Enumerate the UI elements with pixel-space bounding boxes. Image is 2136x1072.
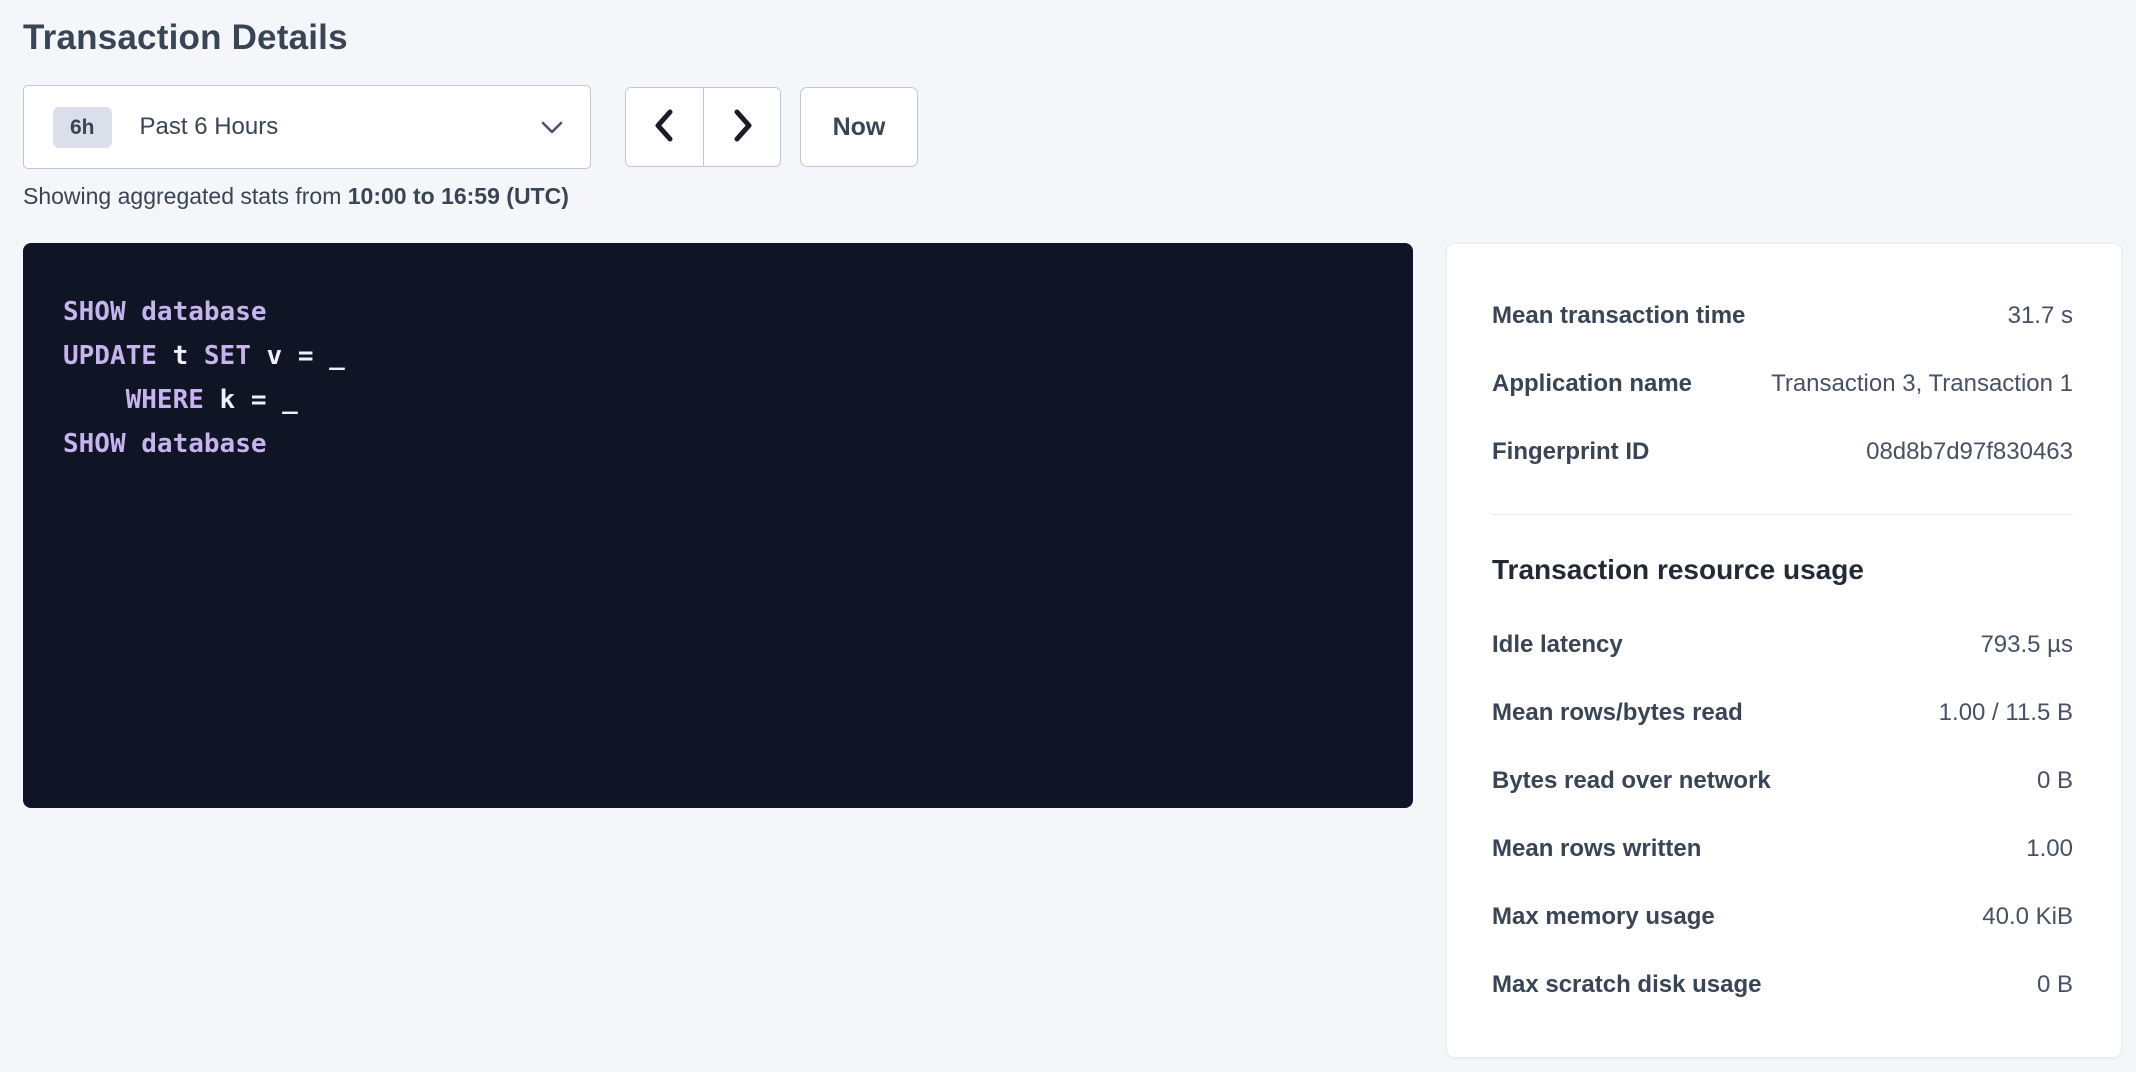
card-divider [1492, 514, 2073, 515]
summary-row-label: Fingerprint ID [1492, 438, 1649, 466]
sql-text [126, 297, 142, 327]
summary-row: Idle latency 793.5 µs [1492, 611, 2073, 679]
summary-row: Mean rows/bytes read 1.00 / 11.5 B [1492, 679, 2073, 747]
sql-keyword: database [141, 429, 266, 459]
main-content: SHOW databaseUPDATE t SET v = _ WHERE k … [23, 243, 2122, 1058]
sql-keyword: database [141, 297, 266, 327]
sql-keyword: UPDATE [63, 341, 157, 371]
code-line: SHOW database [63, 290, 1373, 334]
sql-keyword: SHOW [63, 297, 126, 327]
summary-row: Max scratch disk usage 0 B [1492, 951, 2073, 1019]
summary-rows-usage: Idle latency 793.5 µs Mean rows/bytes read… [1492, 611, 2073, 1019]
summary-row-label: Bytes read over network [1492, 767, 1771, 795]
summary-row-label: Application name [1492, 370, 1692, 398]
summary-row-label: Idle latency [1492, 631, 1623, 659]
summary-row-value: 08d8b7d97f830463 [1866, 438, 2073, 466]
time-range-select[interactable]: 6h Past 6 Hours [23, 85, 591, 169]
next-time-button[interactable] [703, 88, 780, 166]
sql-keyword: SHOW [63, 429, 126, 459]
summary-row-value: Transaction 3, Transaction 1 [1771, 370, 2073, 398]
time-range-label: Past 6 Hours [140, 113, 540, 141]
code-line: SHOW database [63, 422, 1373, 466]
prev-time-button[interactable] [626, 88, 703, 166]
summary-row-label: Mean rows written [1492, 835, 1701, 863]
sql-keyword: WHERE [126, 385, 204, 415]
resource-usage-heading: Transaction resource usage [1492, 547, 2073, 593]
code-line: WHERE k = _ [63, 378, 1373, 422]
summary-row-value: 40.0 KiB [1982, 903, 2073, 931]
aggregation-note: Showing aggregated stats from 10:00 to 1… [23, 183, 2122, 210]
summary-row: Bytes read over network 0 B [1492, 747, 2073, 815]
chevron-right-icon [729, 107, 756, 147]
summary-row: Max memory usage 40.0 KiB [1492, 883, 2073, 951]
sql-text: v = _ [251, 341, 345, 371]
sql-text [63, 385, 126, 415]
now-button[interactable]: Now [800, 87, 918, 167]
summary-row: Fingerprint ID 08d8b7d97f830463 [1492, 418, 2073, 486]
summary-rows-top: Mean transaction time 31.7 s Application n… [1492, 282, 2073, 486]
summary-row-value: 1.00 [2026, 835, 2073, 863]
summary-row-label: Max memory usage [1492, 903, 1715, 931]
summary-card: Mean transaction time 31.7 s Application n… [1446, 243, 2122, 1058]
summary-row-value: 1.00 / 11.5 B [1939, 699, 2073, 727]
summary-row: Application name Transaction 3, Transacti… [1492, 350, 2073, 418]
summary-row-label: Max scratch disk usage [1492, 971, 1761, 999]
page-title: Transaction Details [23, 18, 2122, 58]
summary-row-value: 0 B [2037, 767, 2073, 795]
code-line: UPDATE t SET v = _ [63, 334, 1373, 378]
summary-row: Mean rows written 1.00 [1492, 815, 2073, 883]
sql-text: t [157, 341, 204, 371]
summary-row-value: 0 B [2037, 971, 2073, 999]
sql-keyword: SET [204, 341, 251, 371]
aggregation-note-prefix: Showing aggregated stats from [23, 183, 348, 209]
chevron-left-icon [651, 107, 678, 147]
summary-row-label: Mean rows/bytes read [1492, 699, 1743, 727]
aggregation-range: 10:00 to 16:59 (UTC) [348, 183, 569, 209]
time-range-badge: 6h [53, 107, 112, 148]
sql-text: k = _ [204, 385, 298, 415]
sql-text [126, 429, 142, 459]
chevron-down-icon [540, 120, 564, 135]
summary-row-value: 31.7 s [2008, 302, 2073, 330]
transaction-details-page: Transaction Details 6h Past 6 Hours Now … [0, 0, 2136, 1058]
time-step-buttons [625, 87, 781, 167]
sql-code-block: SHOW databaseUPDATE t SET v = _ WHERE k … [23, 243, 1413, 808]
time-controls: 6h Past 6 Hours Now [23, 85, 2122, 169]
summary-row-value: 793.5 µs [1980, 631, 2073, 659]
summary-row: Mean transaction time 31.7 s [1492, 282, 2073, 350]
summary-row-label: Mean transaction time [1492, 302, 1745, 330]
